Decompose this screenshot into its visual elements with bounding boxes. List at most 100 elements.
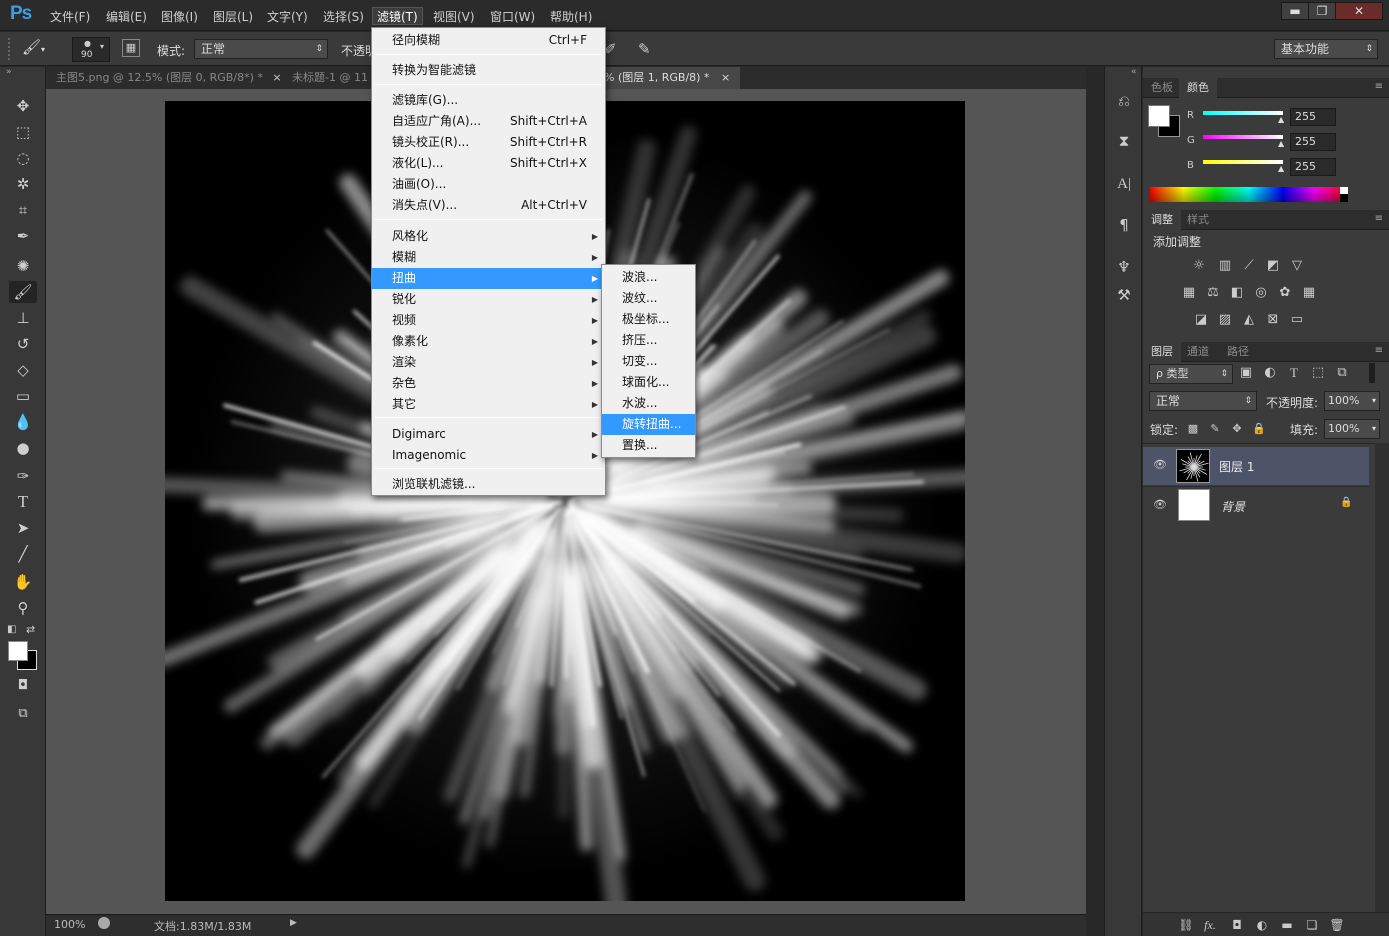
line-tool-icon[interactable]: ╱ — [9, 543, 37, 565]
menu-item-noise[interactable]: 杂色 ▶ — [372, 373, 605, 394]
minimize-button[interactable]: ▬ — [1281, 2, 1309, 20]
menu-edit[interactable]: 编辑(E) — [102, 8, 151, 26]
lock-all-icon[interactable]: 🔒 — [1250, 420, 1268, 438]
submenu-item-pinch[interactable]: 挤压... — [602, 330, 695, 351]
lock-transparent-icon[interactable]: ▩ — [1184, 420, 1202, 438]
layer-filter-select[interactable]: ρ 类型 ⇕ — [1149, 364, 1233, 384]
collapse-arrows-icon[interactable]: » — [6, 67, 12, 77]
eraser-tool-icon[interactable]: ◇ — [9, 359, 37, 381]
menu-item-render[interactable]: 渲染 ▶ — [372, 352, 605, 373]
new-layer-icon[interactable]: ❏ — [1303, 916, 1321, 934]
blur-tool-icon[interactable]: 💧 — [9, 411, 37, 433]
red-value[interactable]: 255 — [1290, 108, 1336, 126]
link-icon[interactable]: ⛓ — [1177, 916, 1195, 934]
levels-icon[interactable]: ▥ — [1216, 257, 1234, 275]
history-brush-tool-icon[interactable]: ↺ — [9, 333, 37, 355]
grip-handle[interactable] — [8, 38, 16, 60]
white-chip[interactable] — [1340, 187, 1348, 194]
slider-handle-icon[interactable]: ▲ — [1278, 139, 1284, 148]
threshold-icon[interactable]: ◭ — [1240, 311, 1258, 329]
black-chip[interactable] — [1340, 194, 1348, 202]
panel-menu-icon[interactable]: ≡ — [1375, 345, 1383, 356]
zoom-tool-icon[interactable]: ⚲ — [9, 597, 37, 619]
menu-item-pixelate[interactable]: 像素化 ▶ — [372, 331, 605, 352]
tab-color[interactable]: 颜色 — [1179, 78, 1217, 98]
close-button[interactable]: ✕ — [1335, 2, 1383, 20]
folder-icon[interactable]: ▬ — [1278, 916, 1296, 934]
type-tool-icon[interactable]: T — [9, 491, 37, 513]
stamp-tool-icon[interactable]: ⊥ — [9, 307, 37, 329]
channel-mixer-icon[interactable]: ✿ — [1276, 284, 1294, 302]
menu-item-lens-correction[interactable]: 镜头校正(R)... Shift+Ctrl+R — [372, 132, 605, 153]
lock-pixels-icon[interactable]: ✎ — [1206, 420, 1224, 438]
hue-saturation-icon[interactable]: ▦ — [1180, 284, 1198, 302]
invert-icon[interactable]: ◪ — [1192, 311, 1210, 329]
tool-presets-icon[interactable]: ⚒ — [1114, 285, 1134, 305]
submenu-item-wave[interactable]: 波浪... — [602, 267, 695, 288]
brightness-icon[interactable]: ☼ — [1190, 257, 1208, 275]
filter-pixel-icon[interactable]: ▣ — [1237, 364, 1255, 382]
menu-item-filter-gallery[interactable]: 滤镜库(G)... — [372, 90, 605, 111]
eyedropper-tool-icon[interactable]: ✒ — [9, 225, 37, 247]
submenu-item-zigzag[interactable]: 水波... — [602, 393, 695, 414]
chevron-down-icon[interactable]: ▾ — [100, 42, 104, 51]
menu-item-convert-smart-filter[interactable]: 转换为智能滤镜 — [372, 60, 605, 81]
menu-file[interactable]: 文件(F) — [46, 8, 94, 26]
gradient-tool-icon[interactable]: ▭ — [9, 385, 37, 407]
menu-type[interactable]: 文字(Y) — [263, 8, 312, 26]
lock-position-icon[interactable]: ✥ — [1228, 420, 1246, 438]
menu-item-oil-paint[interactable]: 油画(O)... — [372, 174, 605, 195]
pen-tool-icon[interactable]: ✑ — [9, 465, 37, 487]
crop-tool-icon[interactable]: ⌗ — [9, 199, 37, 221]
fg-color-swatch[interactable] — [1148, 105, 1170, 127]
eye-visibility-icon[interactable]: 👁 — [1153, 498, 1167, 511]
color-balance-icon[interactable]: ⚖ — [1204, 284, 1222, 302]
healing-brush-tool-icon[interactable]: ✺ — [9, 255, 37, 277]
status-info-icon[interactable] — [98, 917, 110, 929]
brush-panel-toggle-icon[interactable]: ▦ — [122, 39, 140, 57]
blend-mode-select[interactable]: 正常 ⇕ — [1149, 391, 1257, 411]
tab-close-icon[interactable]: × — [721, 71, 730, 84]
submenu-item-shear[interactable]: 切变... — [602, 351, 695, 372]
layer-name[interactable]: 背景 — [1221, 498, 1245, 515]
menu-select[interactable]: 选择(S) — [319, 8, 368, 26]
tab-paths[interactable]: 路径 — [1219, 342, 1257, 362]
menu-item-liquify[interactable]: 液化(L)... Shift+Ctrl+X — [372, 153, 605, 174]
path-select-tool-icon[interactable]: ➤ — [9, 517, 37, 539]
marquee-tool-icon[interactable]: ⬚ — [9, 121, 37, 143]
submenu-item-spherize[interactable]: 球面化... — [602, 372, 695, 393]
filter-type-icon[interactable]: T — [1285, 364, 1303, 382]
opacity-field[interactable]: 100% ▾ — [1324, 391, 1380, 411]
panel-menu-icon[interactable]: ≡ — [1375, 213, 1383, 224]
brush-preset-picker[interactable]: ● 90 — [72, 37, 110, 62]
selective-color-icon[interactable]: ⊠ — [1264, 311, 1282, 329]
tab-swatches[interactable]: 色板 — [1143, 78, 1181, 98]
menu-item-radial-blur[interactable]: 径向模糊 Ctrl+F — [372, 30, 605, 51]
layers-scrollbar[interactable] — [1375, 443, 1389, 913]
lasso-tool-icon[interactable]: ◌ — [9, 147, 37, 169]
filter-shape-icon[interactable]: ⬚ — [1309, 364, 1327, 382]
tab-styles[interactable]: 样式 — [1179, 210, 1217, 230]
tab-document-1[interactable]: 主图5.png @ 12.5% (图层 0, RGB/8*) * × — [46, 67, 292, 89]
menu-item-stylize[interactable]: 风格化 ▶ — [372, 226, 605, 247]
maximize-button[interactable]: ❐ — [1308, 2, 1336, 20]
vibrance-icon[interactable]: ▽ — [1288, 257, 1306, 275]
green-slider[interactable] — [1203, 135, 1283, 139]
swap-colors-icon[interactable]: ⇄ — [26, 623, 35, 636]
actions-panel-icon[interactable]: ⧗ — [1114, 131, 1134, 151]
tab-document-3[interactable]: % (图层 1, RGB/8) * × — [594, 67, 741, 89]
menu-image[interactable]: 图像(I) — [157, 8, 202, 26]
menu-filter[interactable]: 滤镜(T) — [372, 7, 423, 25]
submenu-item-ripple[interactable]: 波纹... — [602, 288, 695, 309]
tab-adjustments[interactable]: 调整 — [1143, 210, 1181, 230]
zoom-level[interactable]: 100% — [54, 918, 85, 931]
character-panel-icon[interactable]: A| — [1114, 174, 1134, 194]
menu-view[interactable]: 视图(V) — [429, 8, 479, 26]
collapse-arrows-icon[interactable]: « — [1131, 67, 1137, 77]
submenu-item-polar-coordinates[interactable]: 极坐标... — [602, 309, 695, 330]
menu-item-imagenomic[interactable]: Imagenomic ▶ — [372, 445, 605, 466]
menu-item-digimarc[interactable]: Digimarc ▶ — [372, 424, 605, 445]
filter-adjustment-icon[interactable]: ◐ — [1261, 364, 1279, 382]
menu-item-other[interactable]: 其它 ▶ — [372, 394, 605, 415]
exposure-icon[interactable]: ◩ — [1264, 257, 1282, 275]
